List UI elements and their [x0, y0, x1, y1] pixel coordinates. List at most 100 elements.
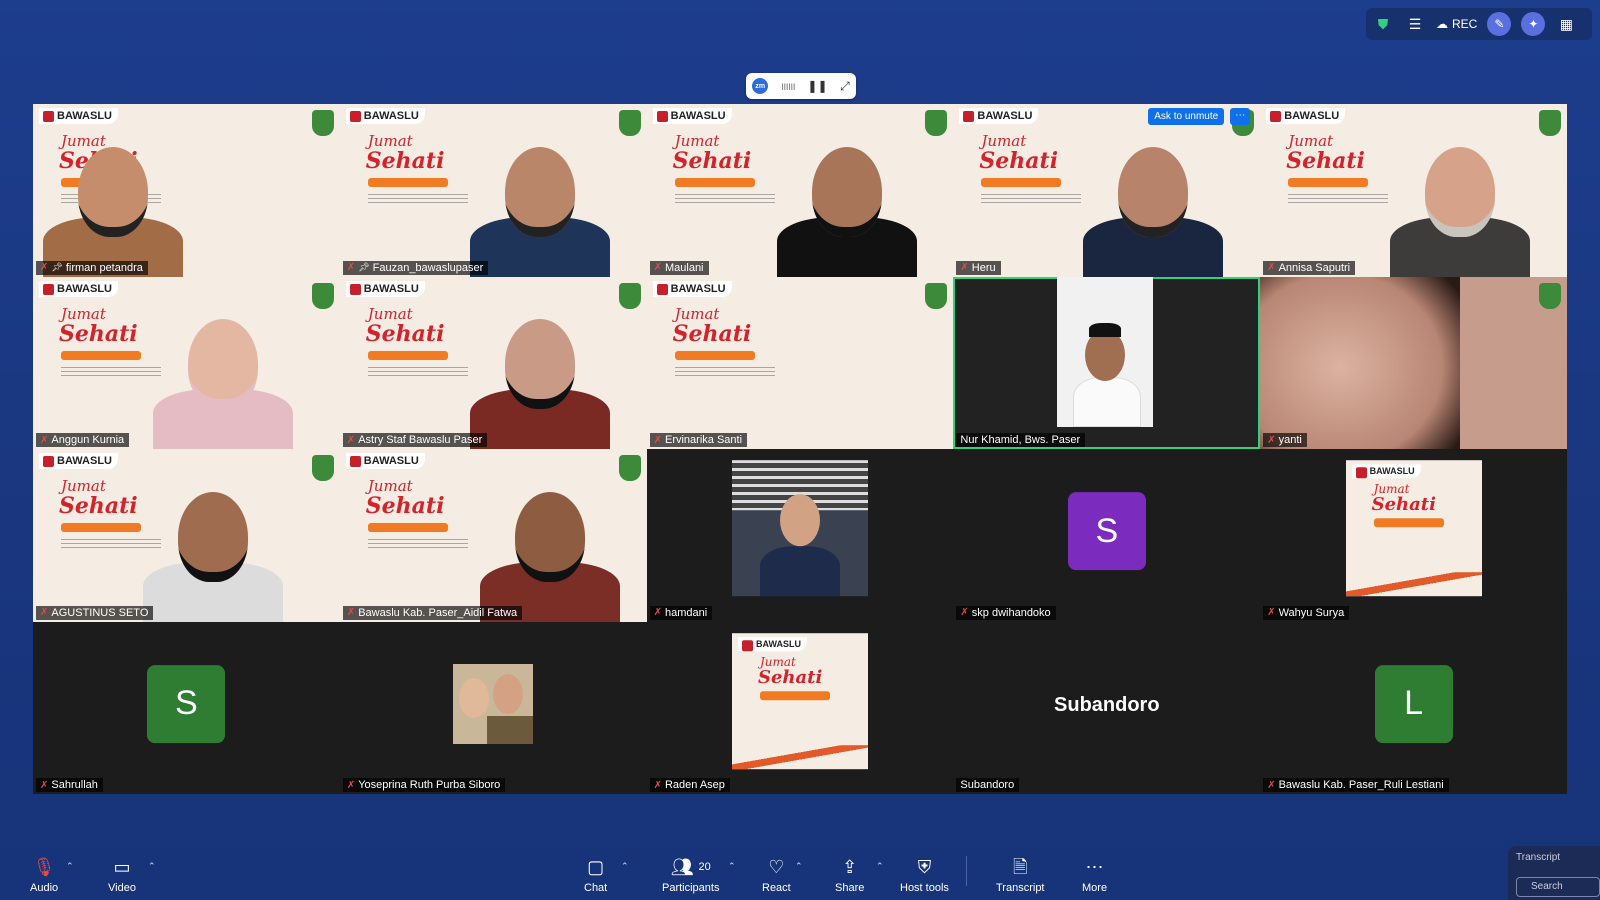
- react-button[interactable]: ♡ React: [762, 856, 791, 894]
- more-label: More: [1082, 882, 1108, 894]
- banner-jumat: Jumat: [674, 132, 720, 150]
- cloud-icon: ☁: [1436, 17, 1448, 31]
- participant-tile[interactable]: S ✗ skp dwihandoko: [953, 449, 1261, 622]
- transcript-panel: Transcript Search: [1508, 846, 1600, 900]
- banner-orange-bar: [674, 178, 755, 187]
- video-caret-icon[interactable]: ⌃: [148, 861, 156, 872]
- participant-name-tag: ✗ hamdani: [649, 605, 713, 620]
- participant-name: Bawaslu Kab. Paser_Aidil Fatwa: [358, 606, 518, 619]
- more-icon: ⋯: [1085, 857, 1104, 877]
- participants-icon: 👥︎ 20: [670, 857, 711, 877]
- transcript-button[interactable]: 🗎︎ Transcript: [996, 856, 1045, 894]
- participant-tile[interactable]: BAWASLU Jumat Sehati ✗ Anggun Kurnia: [33, 276, 340, 449]
- banner-sehati: Sehati: [365, 148, 445, 174]
- sparkle-icon[interactable]: ✦: [1521, 12, 1546, 36]
- jumat-sehat-emblem-icon: [925, 110, 948, 136]
- react-caret-icon[interactable]: ⌃: [795, 861, 803, 872]
- participant-tile[interactable]: Subandoro Subandoro: [953, 621, 1261, 794]
- poster-logo: BAWASLU: [737, 636, 807, 651]
- toolbar-divider: [966, 856, 967, 886]
- participant-tile[interactable]: BAWASLU Jumat Sehati ✗ Bawaslu Kab. Pase…: [339, 449, 647, 622]
- participant-tile[interactable]: L ✗ Bawaslu Kab. Paser_Ruli Lestiani: [1260, 621, 1567, 794]
- tile-more-options-button[interactable]: ⋯: [1230, 108, 1251, 125]
- share-button[interactable]: ⇪ Share: [835, 856, 864, 894]
- participant-tile[interactable]: BAWASLU Jumat Sehati ✗ AGUSTINUS SETO: [33, 449, 340, 622]
- banner-jumat: Jumat: [61, 304, 106, 323]
- participant-tile[interactable]: BAWASLU Jumat Sehati Ask to unmute ⋯ ✗ H…: [953, 104, 1261, 277]
- share-label: Share: [835, 882, 865, 894]
- participant-name: Astry Staf Bawaslu Paser: [358, 434, 483, 446]
- poster-sehati: Sehati: [757, 666, 823, 688]
- participant-tile[interactable]: ✗ hamdani: [646, 449, 954, 622]
- chat-caret-icon[interactable]: ⌃: [621, 861, 629, 872]
- participant-tile[interactable]: BAWASLU Jumat Sehati ✗ Astry Staf Bawasl…: [339, 276, 647, 449]
- expand-icon[interactable]: ⤢: [840, 79, 850, 94]
- participant-tile[interactable]: S ✗ Sahrullah: [33, 621, 340, 794]
- poster-thumbnail: BAWASLU Jumat Sehati: [1345, 460, 1482, 597]
- participant-name: Ervinarika Santi: [664, 434, 743, 446]
- more-button[interactable]: ⋯ More: [1082, 856, 1107, 894]
- share-caret-icon[interactable]: ⌃: [876, 861, 884, 872]
- participant-name-tag: ✗ 📌︎ firman petandra: [36, 260, 148, 275]
- transcript-label: Transcript: [996, 882, 1045, 894]
- person-head: [178, 491, 248, 582]
- participant-tile[interactable]: BAWASLU Jumat Sehati ✗ 📌︎ firman petandr…: [33, 104, 340, 277]
- participant-name-tag: ✗ Annisa Saputri: [1263, 260, 1356, 275]
- participant-name-tag: ✗ Maulani: [649, 260, 709, 275]
- bawaslu-logo: BAWASLU: [345, 453, 425, 469]
- transcript-panel-title: Transcript: [1516, 852, 1561, 863]
- participant-name: Raden Asep: [664, 779, 725, 791]
- chat-button[interactable]: ▢ Chat: [584, 856, 607, 894]
- shield-icon[interactable]: ⛊: [1372, 13, 1394, 35]
- jumat-sehat-emblem-icon: [1538, 282, 1561, 309]
- participant-name-tag: ✗ 📌︎ Fauzan_bawaslupaser: [342, 260, 489, 275]
- participant-name-tag: ✗ Wahyu Surya: [1263, 605, 1350, 620]
- transcript-icon: 🗎︎: [1013, 857, 1028, 877]
- banner-orange-bar: [674, 350, 755, 360]
- participant-tile[interactable]: BAWASLU Jumat Sehati ✗ Maulani: [646, 104, 954, 277]
- audio-caret-icon[interactable]: ⌃: [66, 861, 74, 872]
- avatar: S: [147, 664, 226, 743]
- mic-muted-icon: ✗: [1267, 262, 1276, 273]
- mic-muted-icon: ✗: [653, 262, 662, 273]
- host-tools-label: Host tools: [900, 882, 949, 894]
- person-head: [78, 146, 148, 237]
- apps-grid-icon[interactable]: ▦: [1555, 13, 1577, 35]
- mic-muted-icon: ✗: [960, 262, 969, 273]
- banner-orange-bar: [367, 350, 448, 360]
- video-button[interactable]: ▭ Video: [108, 856, 136, 894]
- banner-jumat: Jumat: [1288, 132, 1334, 150]
- transcript-search-input[interactable]: Search: [1516, 877, 1600, 897]
- search-placeholder: Search: [1531, 881, 1563, 892]
- participant-tile[interactable]: BAWASLU Jumat Sehati ✗ Ervinarika Santi: [646, 276, 954, 449]
- audio-button[interactable]: 🎙︎ Audio: [30, 856, 58, 894]
- mic-muted-icon: ✗: [346, 607, 356, 618]
- top-toolbar: ⛊ ☰ ☁ REC ✎ ✦ ▦: [1366, 8, 1592, 40]
- mic-muted-icon: ✗: [653, 607, 662, 618]
- mic-muted-icon: ✗: [40, 779, 49, 791]
- participant-tile[interactable]: ✗ Yoseprina Ruth Purba Siboro: [339, 621, 647, 794]
- mic-muted-icon: 🎙︎: [32, 857, 56, 877]
- banner-text-lines: [61, 366, 161, 379]
- display-name: Subandoro: [1054, 693, 1160, 716]
- recording-indicator[interactable]: ☁ REC: [1436, 17, 1477, 31]
- notes-icon[interactable]: ☰: [1404, 13, 1426, 35]
- participant-tile[interactable]: BAWASLU Jumat Sehati ✗ Wahyu Surya: [1260, 449, 1567, 622]
- participant-tile[interactable]: BAWASLU Jumat Sehati ✗ Annisa Saputri: [1260, 104, 1567, 277]
- participant-name-tag: ✗ Yoseprina Ruth Purba Siboro: [342, 778, 506, 792]
- participant-tile[interactable]: ✗ yanti: [1260, 276, 1567, 449]
- pin-icon: 📌︎: [51, 262, 63, 272]
- participants-caret-icon[interactable]: ⌃: [728, 861, 736, 872]
- mic-muted-icon: ✗: [1267, 434, 1276, 446]
- ai-companion-icon[interactable]: ✎: [1487, 12, 1512, 36]
- person-head: [1425, 146, 1496, 237]
- host-tools-button[interactable]: ⛨ Host tools: [900, 856, 949, 894]
- participant-tile[interactable]: BAWASLU Jumat Sehati ✗ 📌︎ Fauzan_bawaslu…: [339, 104, 647, 277]
- ask-to-unmute-button[interactable]: Ask to unmute: [1148, 108, 1225, 125]
- pause-icon[interactable]: ❚❚: [807, 79, 827, 93]
- participant-tile[interactable]: Nur Khamid, Bws. Paser: [953, 276, 1261, 449]
- mic-muted-icon: ✗: [1267, 779, 1276, 791]
- participants-button[interactable]: 👥︎ 20 Participants: [662, 856, 719, 894]
- banner-text-lines: [367, 366, 468, 379]
- participant-tile[interactable]: BAWASLU Jumat Sehati ✗ Raden Asep: [646, 621, 954, 794]
